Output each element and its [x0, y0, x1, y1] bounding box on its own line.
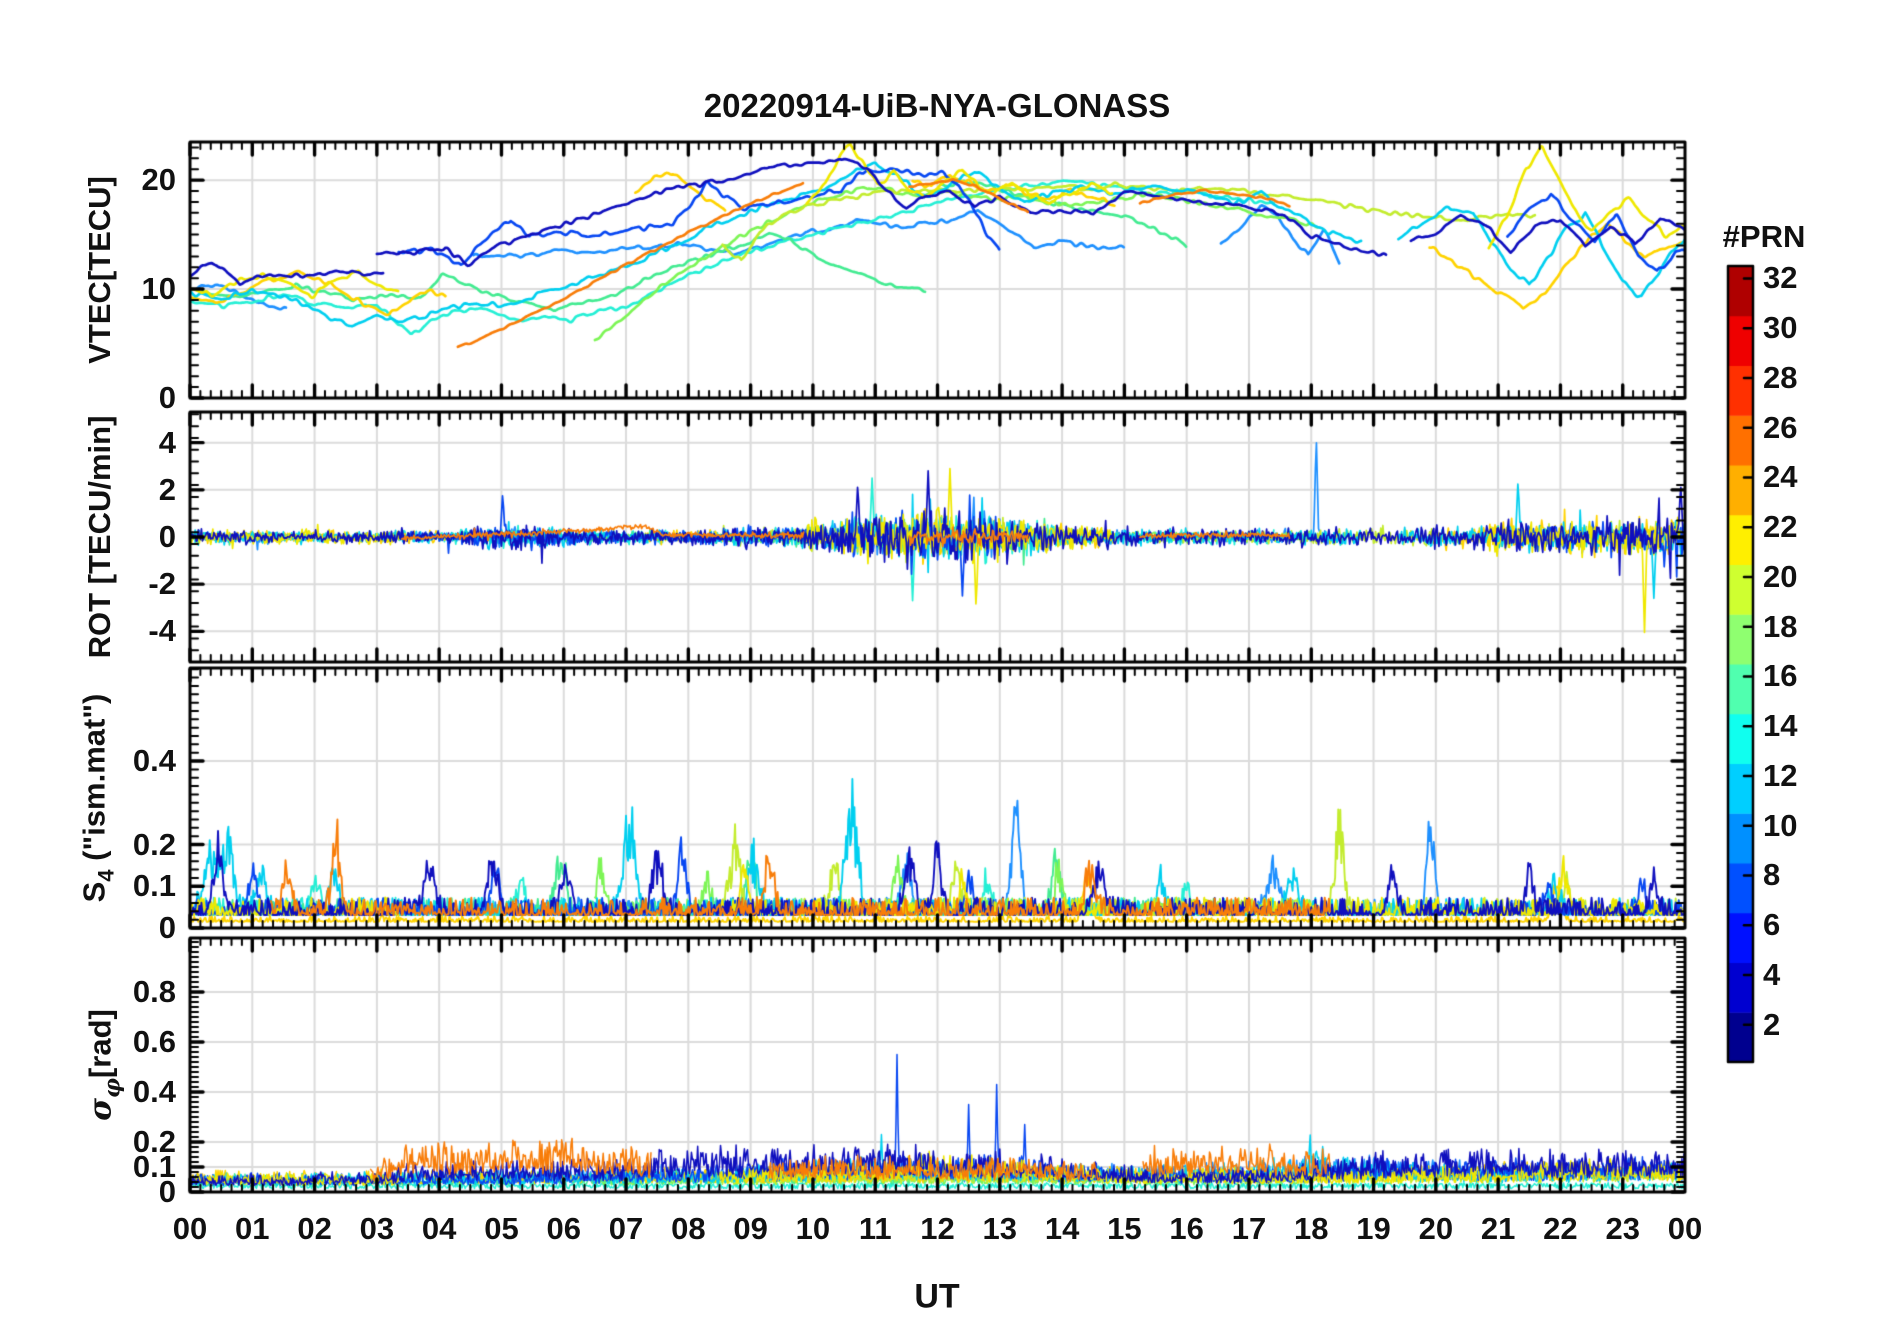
y-tick-label: 0.6 — [132, 1024, 176, 1059]
figure: 20220914-UiB-NYA-GLONASS UT VTEC[TECU] R… — [0, 0, 1902, 1330]
colorbar-tick-label: 28 — [1763, 359, 1798, 395]
y-tick-label: -2 — [148, 566, 176, 602]
y-tick-label: 0 — [158, 519, 176, 554]
colorbar-tick-label: 32 — [1763, 260, 1798, 296]
colorbar-tick-label: 30 — [1763, 310, 1798, 346]
y-tick-label: 0.2 — [132, 826, 176, 862]
y-tick-label: 0.2 — [132, 1124, 176, 1159]
colorbar-tick-label: 14 — [1763, 708, 1798, 744]
colorbar-tick-label: 22 — [1763, 509, 1798, 545]
chart-title: 20220914-UiB-NYA-GLONASS — [703, 87, 1171, 124]
y-tick-label: 0.4 — [132, 743, 176, 779]
colorbar-tick-label: 6 — [1763, 907, 1781, 943]
colorbar-tick-label: 24 — [1763, 459, 1798, 495]
y-axis-label-vtec: VTEC[TECU] — [82, 176, 117, 364]
y-tick-label: 4 — [158, 424, 176, 460]
plot-canvas — [0, 0, 1902, 1330]
y-tick-label: 0.1 — [132, 868, 176, 904]
y-tick-label: 0 — [158, 910, 176, 945]
colorbar-tick-label: 18 — [1763, 608, 1798, 644]
colorbar-tick-label: 20 — [1763, 558, 1798, 594]
colorbar-title: #PRN — [1722, 219, 1806, 254]
colorbar-tick-label: 4 — [1763, 956, 1781, 992]
x-axis-label: UT — [914, 1277, 960, 1316]
y-tick-label: 0 — [158, 380, 176, 415]
colorbar-tick-label: 8 — [1763, 857, 1781, 893]
y-tick-label: 10 — [141, 271, 176, 307]
x-tick-label: 00 — [1667, 1211, 1703, 1246]
colorbar-tick-label: 16 — [1763, 658, 1798, 694]
colorbar-tick-label: 2 — [1763, 1006, 1781, 1042]
y-tick-label: 20 — [141, 162, 176, 198]
colorbar-tick-label: 12 — [1763, 757, 1798, 793]
colorbar-tick-label: 10 — [1763, 807, 1798, 843]
y-tick-label: 2 — [158, 471, 176, 507]
y-tick-label: -4 — [148, 613, 176, 649]
y-tick-label: 0.4 — [132, 1074, 176, 1109]
colorbar-tick-label: 26 — [1763, 409, 1798, 445]
y-tick-label: 0.8 — [132, 974, 176, 1009]
